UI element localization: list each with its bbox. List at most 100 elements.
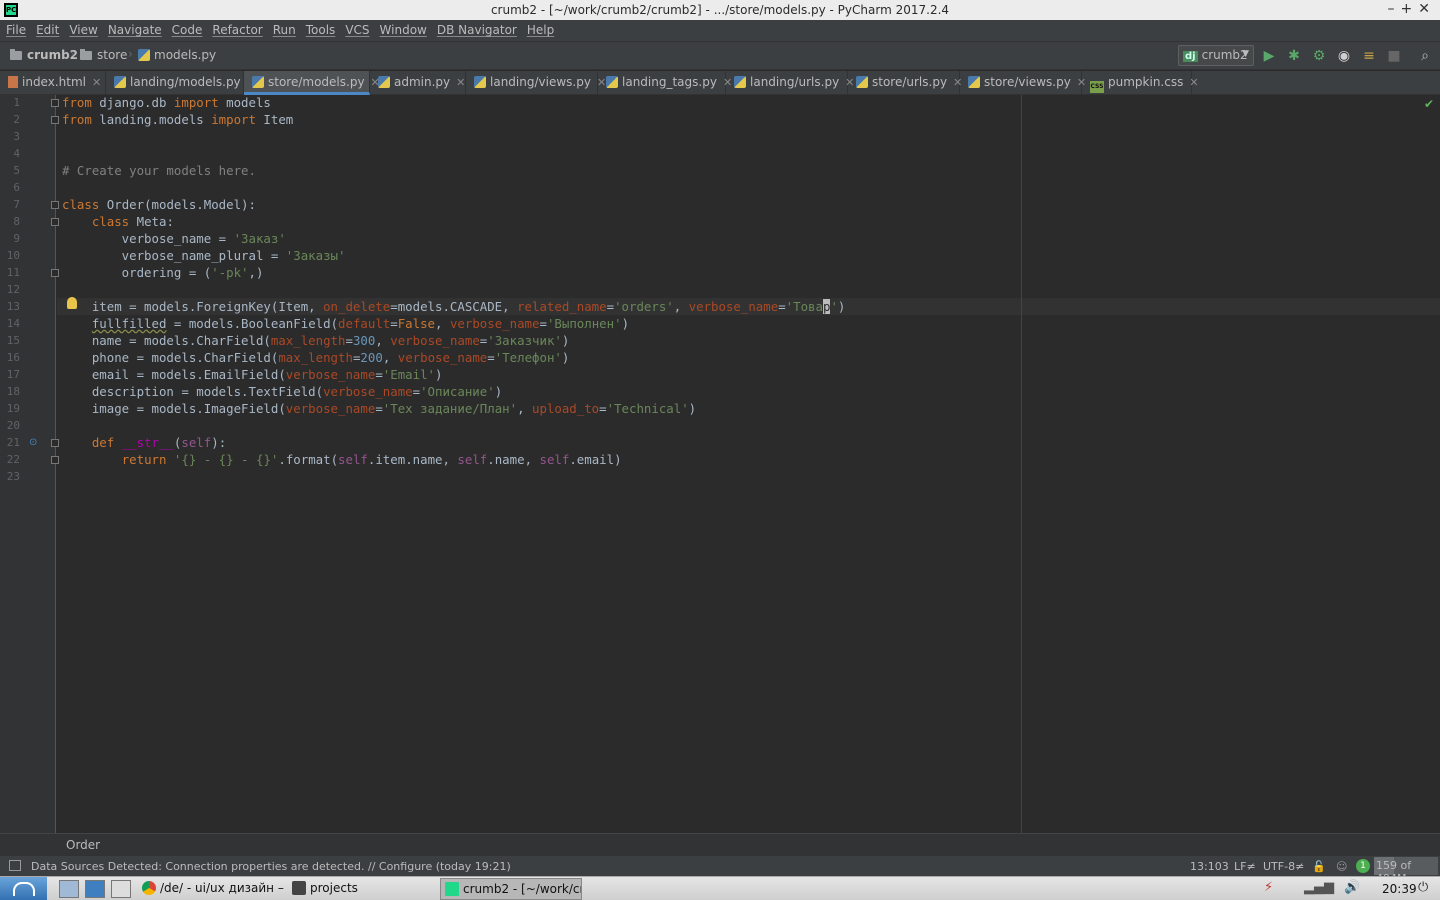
- volume-icon[interactable]: 🔊: [1344, 880, 1360, 895]
- fold-marker-icon[interactable]: [51, 456, 59, 464]
- line-number: 15: [6, 334, 20, 347]
- breadcrumb-file[interactable]: models.py: [138, 48, 216, 62]
- menu-code[interactable]: Code: [167, 20, 208, 40]
- code-line: phone = models.CharField(max_length=200,…: [62, 350, 570, 365]
- line-number: 2: [13, 113, 20, 126]
- file-manager-icon[interactable]: [85, 880, 105, 898]
- line-number: 6: [13, 181, 20, 194]
- taskbar-item-pycharm[interactable]: crumb2 - [~/work/cru...: [440, 878, 582, 900]
- run-configuration-select[interactable]: dj crumb2 ▼: [1178, 45, 1254, 66]
- python-file-icon: [252, 76, 264, 88]
- fold-marker-icon[interactable]: [51, 218, 59, 226]
- code-line: class Order(models.Model):: [62, 197, 256, 212]
- terminal-icon[interactable]: [111, 880, 131, 898]
- memory-indicator[interactable]: 159 of 494M: [1374, 857, 1438, 885]
- show-desktop-icon[interactable]: [59, 880, 79, 898]
- menu-vcs[interactable]: VCS: [340, 20, 374, 40]
- python-file-icon: [734, 76, 746, 88]
- code-line: name = models.CharField(max_length=300, …: [62, 333, 570, 348]
- menu-run[interactable]: Run: [268, 20, 301, 40]
- status-bar: Data Sources Detected: Connection proper…: [0, 855, 1440, 885]
- fold-marker-icon[interactable]: [51, 439, 59, 447]
- tab-landing-urls[interactable]: landing/urls.py ✕: [726, 71, 854, 95]
- menu-refactor[interactable]: Refactor: [207, 20, 267, 40]
- structure-class-label[interactable]: Order: [66, 838, 100, 852]
- code-line: class Meta:: [91, 214, 174, 229]
- python-file-icon: [378, 76, 390, 88]
- menu-edit[interactable]: Edit: [31, 20, 64, 40]
- fold-marker-icon[interactable]: [51, 269, 59, 277]
- breadcrumb-project[interactable]: crumb2: [10, 48, 78, 62]
- line-number: 5: [13, 164, 20, 177]
- code-line: email = models.EmailField(verbose_name='…: [62, 367, 443, 382]
- line-number: 7: [13, 198, 20, 211]
- line-separator[interactable]: LF≠: [1234, 860, 1256, 873]
- menu-help[interactable]: Help: [522, 20, 559, 40]
- breadcrumb-folder[interactable]: store: [80, 48, 127, 62]
- python-file-icon: [474, 76, 486, 88]
- window-title-bar: PC crumb2 - [~/work/crumb2/crumb2] - ...…: [0, 0, 1440, 20]
- search-everywhere-icon[interactable]: ⌕: [1417, 48, 1433, 64]
- clock[interactable]: 20:39: [1382, 882, 1417, 896]
- line-number: 11: [6, 266, 20, 279]
- tab-landing-tags[interactable]: landing_tags.py ✕: [598, 71, 732, 95]
- file-encoding[interactable]: UTF-8≠: [1263, 860, 1304, 873]
- code-line: return '{} - {} - {}'.format(self.item.n…: [121, 452, 622, 467]
- css-file-icon: CSS: [1090, 81, 1104, 93]
- menu-window[interactable]: Window: [375, 20, 432, 40]
- lock-icon[interactable]: 🔓: [1312, 860, 1326, 873]
- override-marker-icon[interactable]: ⊙: [29, 437, 37, 448]
- menu-file[interactable]: File: [0, 20, 31, 40]
- code-editor[interactable]: 1 2 3 4 5 6 7 8 9 10 11 12 13 14 15 16 1…: [0, 95, 1440, 833]
- close-tab-icon[interactable]: ✕: [92, 76, 101, 89]
- minimize-button[interactable]: –: [1388, 1, 1401, 17]
- menu-db-navigator[interactable]: DB Navigator: [432, 20, 522, 40]
- stop-icon[interactable]: ■: [1386, 48, 1402, 64]
- fold-marker-icon[interactable]: [51, 201, 59, 209]
- run-icon[interactable]: ▶: [1261, 48, 1277, 64]
- toggle-tool-windows-icon[interactable]: [9, 860, 21, 871]
- line-number: 23: [6, 470, 20, 483]
- inspector-icon[interactable]: ☺: [1336, 860, 1347, 873]
- line-number: 22: [6, 453, 20, 466]
- maximize-button[interactable]: +: [1401, 1, 1419, 17]
- coverage-icon[interactable]: ⚙: [1311, 48, 1327, 64]
- status-message[interactable]: Data Sources Detected: Connection proper…: [31, 860, 511, 873]
- python-file-icon: [968, 76, 980, 88]
- caret-position[interactable]: 13:103: [1190, 860, 1229, 873]
- menu-tools[interactable]: Tools: [301, 20, 341, 40]
- tab-landing-views[interactable]: landing/views.py ✕: [466, 71, 606, 95]
- tab-store-views[interactable]: store/views.py ✕: [960, 71, 1086, 95]
- chevron-down-icon: ▼: [1242, 49, 1249, 59]
- python-file-icon: [606, 76, 618, 88]
- tab-store-urls[interactable]: store/urls.py ✕: [848, 71, 962, 95]
- tab-admin[interactable]: admin.py ✕: [370, 71, 466, 95]
- code-line: description = models.TextField(verbose_n…: [62, 384, 503, 399]
- taskbar-item-projects[interactable]: projects: [288, 878, 434, 900]
- tab-index-html[interactable]: index.html ✕: [0, 71, 106, 95]
- tab-store-models[interactable]: store/models.py ✕: [244, 71, 380, 95]
- menu-navigate[interactable]: Navigate: [103, 20, 167, 40]
- close-tab-icon[interactable]: ✕: [456, 76, 465, 89]
- network-signal-icon[interactable]: ▂▄▆: [1304, 880, 1334, 895]
- event-log-icon[interactable]: 1: [1356, 859, 1370, 873]
- tab-landing-models[interactable]: landing/models.py✕: [106, 71, 256, 95]
- code-line: ordering = ('-pk',): [62, 265, 264, 280]
- taskbar-item-browser[interactable]: /de/ - ui/ux дизайн – ...: [138, 878, 284, 900]
- fold-marker-icon[interactable]: [51, 99, 59, 107]
- fold-marker-icon[interactable]: [51, 116, 59, 124]
- line-number: 13: [6, 300, 20, 313]
- profile-icon[interactable]: ◉: [1336, 48, 1352, 64]
- menu-view[interactable]: View: [64, 20, 102, 40]
- close-window-button[interactable]: ✕: [1418, 1, 1436, 17]
- line-number: 9: [13, 232, 20, 245]
- debug-icon[interactable]: ✱: [1286, 48, 1302, 64]
- start-menu-button[interactable]: [0, 877, 47, 900]
- power-plug-icon[interactable]: ⚡: [1264, 880, 1273, 895]
- code-line: image = models.ImageField(verbose_name='…: [62, 401, 697, 416]
- concurrency-icon[interactable]: ≡: [1361, 48, 1377, 64]
- close-tab-icon[interactable]: ✕: [1189, 76, 1198, 89]
- line-number: 12: [6, 283, 20, 296]
- power-icon[interactable]: ⏻: [1418, 880, 1428, 895]
- tab-pumpkin-css[interactable]: CSS pumpkin.css ✕: [1082, 71, 1199, 95]
